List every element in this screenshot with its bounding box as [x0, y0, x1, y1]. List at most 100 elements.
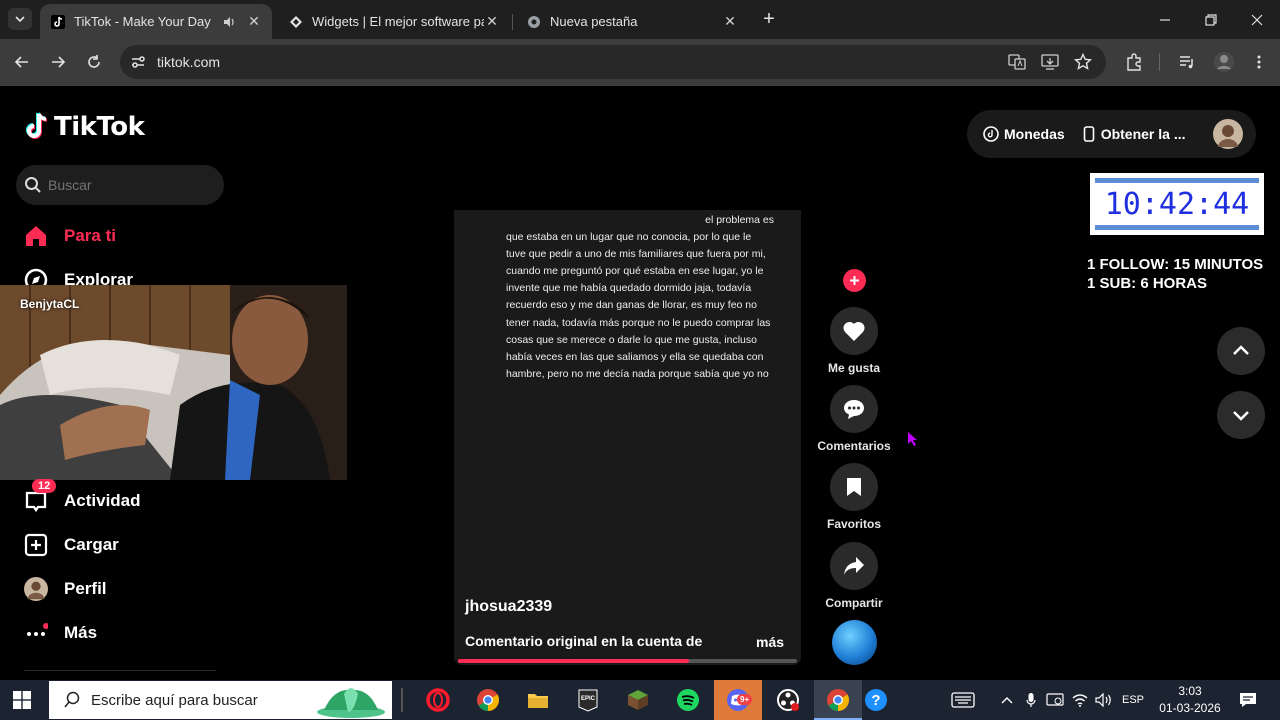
url-text[interactable]: tiktok.com: [157, 54, 220, 70]
translate-icon[interactable]: [1008, 53, 1026, 71]
bookmark-star-icon[interactable]: [1074, 53, 1092, 71]
avatar: [1212, 119, 1243, 149]
install-app-icon[interactable]: [1041, 53, 1059, 71]
share-action[interactable]: Compartir: [818, 542, 890, 610]
phone-icon: [1083, 126, 1094, 142]
close-icon: [1251, 14, 1263, 25]
sound-disc[interactable]: [832, 620, 877, 665]
comments-action[interactable]: Comentarios: [817, 385, 891, 453]
search-box[interactable]: [16, 165, 224, 205]
get-app-button[interactable]: Obtener la ...: [1083, 126, 1186, 142]
clock-date: 01-03-2026: [1159, 701, 1221, 715]
notification-area-app-icon[interactable]: [948, 680, 978, 720]
tab-widgets[interactable]: Widgets | El mejor software par ✕: [278, 4, 510, 39]
tab-new-tab[interactable]: Nueva pestaña ✕: [516, 4, 748, 39]
search-input[interactable]: [48, 177, 208, 193]
webcam-username: BenjytaCL: [20, 297, 80, 311]
keyboard-icon: [951, 692, 975, 708]
help-icon[interactable]: ?: [864, 688, 888, 712]
new-tab-button[interactable]: +: [758, 8, 780, 30]
reload-button[interactable]: [82, 50, 106, 74]
more-button[interactable]: más: [756, 634, 784, 650]
start-button[interactable]: [13, 691, 31, 709]
taskbar-search[interactable]: Escribe aquí para buscar: [49, 681, 392, 719]
favorites-action[interactable]: Favoritos: [818, 463, 890, 531]
back-button[interactable]: [10, 50, 34, 74]
show-hidden-icons-button[interactable]: [998, 680, 1016, 720]
discord-taskbar-button[interactable]: 9+: [714, 680, 762, 720]
timer-value: 10:42:44: [1095, 178, 1259, 230]
tab-separator: [512, 14, 513, 30]
minecraft-icon[interactable]: [626, 688, 650, 712]
coin-icon: [983, 126, 999, 142]
tiktok-logo-icon: [26, 112, 48, 139]
minimize-button[interactable]: [1142, 0, 1188, 39]
search-icon: [64, 691, 80, 708]
clock-time: 3:03: [1178, 684, 1202, 698]
follow-button[interactable]: [843, 269, 866, 292]
minimize-icon: [1160, 18, 1170, 21]
chevron-up-icon: [1001, 697, 1013, 704]
user-avatar[interactable]: [1212, 119, 1243, 149]
comments-button[interactable]: [830, 385, 878, 433]
microphone-icon[interactable]: [1022, 680, 1040, 720]
speaker-icon[interactable]: [222, 15, 236, 29]
input-language[interactable]: ESP: [1118, 680, 1148, 720]
site-info-icon[interactable]: [130, 54, 146, 70]
file-explorer-icon[interactable]: [526, 688, 550, 712]
chevron-down-icon: [15, 16, 25, 23]
video-caption-overlay: el problema es que estaba en un lugar qu…: [506, 212, 796, 383]
coins-button[interactable]: Monedas: [983, 126, 1065, 142]
share-button[interactable]: [830, 542, 878, 590]
like-action[interactable]: Me gusta: [818, 307, 890, 375]
like-button[interactable]: [830, 307, 878, 355]
next-video-button[interactable]: [1217, 391, 1265, 439]
previous-video-button[interactable]: [1217, 327, 1265, 375]
opera-icon[interactable]: [426, 688, 450, 712]
close-tab-icon[interactable]: ✕: [246, 13, 262, 30]
like-label: Me gusta: [827, 361, 880, 375]
address-bar[interactable]: tiktok.com: [120, 45, 1106, 79]
video-author[interactable]: jhosua2339: [465, 598, 552, 616]
chrome-active-taskbar-button[interactable]: [814, 680, 862, 720]
nav-item-cargar[interactable]: Cargar: [24, 533, 119, 557]
notifications-button[interactable]: [1236, 680, 1260, 720]
tab-search-button[interactable]: [8, 8, 32, 30]
header-actions: Monedas Obtener la ...: [967, 110, 1256, 158]
profile-button[interactable]: [1212, 50, 1236, 74]
extensions-button[interactable]: [1122, 50, 1146, 74]
network-status-icon[interactable]: [1044, 680, 1066, 720]
taskbar-separator: [401, 688, 403, 712]
media-control-button[interactable]: [1175, 50, 1199, 74]
nav-item-perfil[interactable]: Perfil: [24, 577, 107, 601]
nav-item-mas[interactable]: Más: [24, 621, 97, 645]
favorites-button[interactable]: [830, 463, 878, 511]
mouse-cursor-icon: [908, 432, 917, 446]
video-player[interactable]: el problema es que estaba en un lugar qu…: [454, 210, 801, 665]
nav-label: Para ti: [64, 226, 116, 245]
close-tab-icon[interactable]: ✕: [722, 13, 738, 30]
system-clock[interactable]: 3:03 01-03-2026: [1150, 683, 1230, 717]
caption-line: hambre, pero no me decía nada porque sab…: [506, 367, 769, 380]
taskbar-search-placeholder: Escribe aquí para buscar: [91, 691, 258, 709]
nav-label: Actividad: [64, 491, 141, 510]
tiktok-logo[interactable]: TikTok: [24, 112, 145, 142]
epic-games-icon[interactable]: EPIC: [576, 688, 600, 712]
obs-icon[interactable]: [776, 688, 800, 712]
nav-item-para-ti[interactable]: Para ti: [24, 224, 116, 248]
video-progress-bar[interactable]: [458, 659, 797, 663]
chrome-icon[interactable]: [476, 688, 500, 712]
tab-tiktok[interactable]: TikTok - Make Your Day ✕: [40, 4, 272, 39]
wifi-icon[interactable]: [1070, 680, 1090, 720]
nav-item-actividad[interactable]: 12 Actividad: [24, 479, 141, 513]
forward-button[interactable]: [46, 50, 70, 74]
close-window-button[interactable]: [1234, 0, 1280, 39]
windows-logo-icon: [13, 691, 31, 709]
favorites-label: Favoritos: [826, 517, 881, 531]
windows-taskbar: Escribe aquí para buscar EPIC 9+ ? ESP 3…: [0, 680, 1280, 720]
volume-icon[interactable]: [1094, 680, 1114, 720]
chrome-menu-button[interactable]: [1247, 50, 1271, 74]
restore-button[interactable]: [1188, 0, 1234, 39]
close-tab-icon[interactable]: ✕: [484, 13, 500, 30]
spotify-icon[interactable]: [676, 688, 700, 712]
